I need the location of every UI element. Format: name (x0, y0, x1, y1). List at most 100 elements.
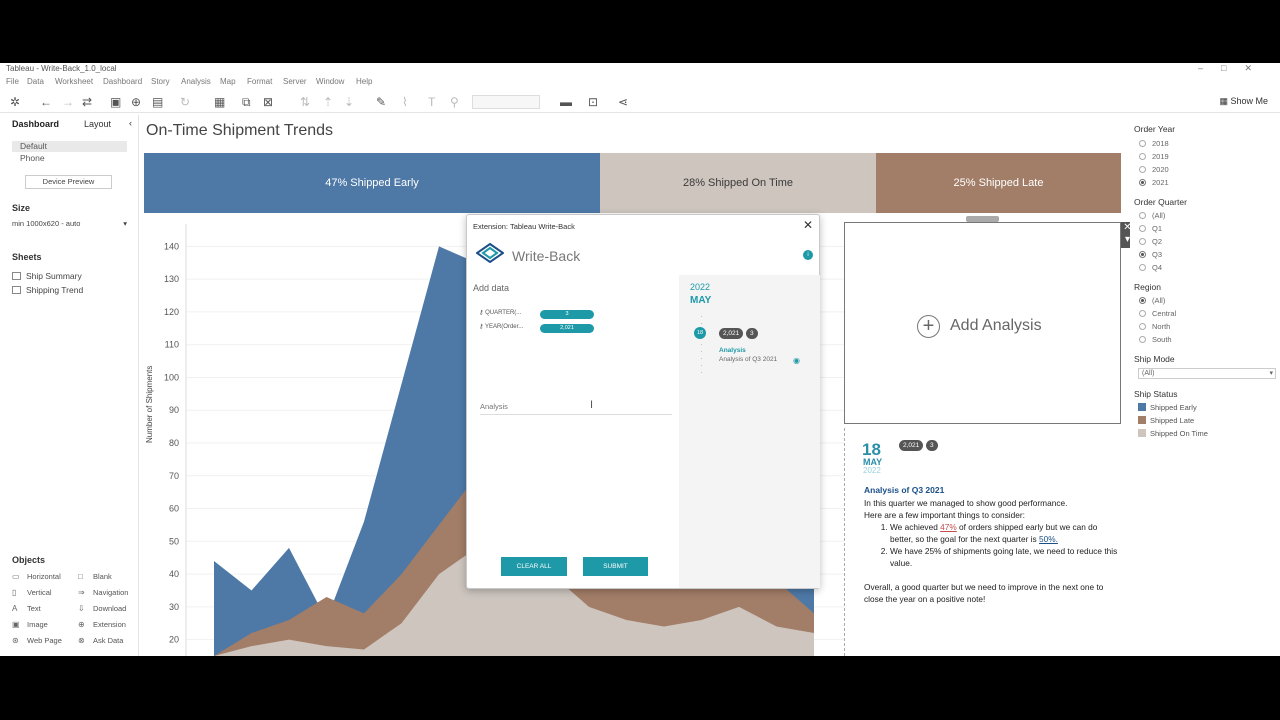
undo-icon[interactable]: ← (40, 95, 52, 109)
object-blank[interactable]: □ Blank (78, 572, 112, 581)
duplicate-icon[interactable]: ⧉ (242, 95, 251, 109)
eye-icon[interactable]: ◉ (793, 356, 800, 365)
clear-sheet-icon[interactable]: ⊠ (263, 95, 273, 109)
legend-shipped-early[interactable]: Shipped Early (1138, 403, 1197, 412)
option-label: North (1152, 322, 1171, 331)
collapse-icon[interactable]: ‹ (129, 118, 132, 128)
ship-mode-dropdown[interactable]: (All) ▾ (1138, 368, 1276, 379)
new-datasource-icon[interactable]: ⊕ (131, 95, 141, 109)
region-central[interactable]: Central (1139, 309, 1176, 318)
device-default[interactable]: Default (12, 141, 127, 152)
device-preview-button[interactable]: Device Preview (25, 175, 112, 189)
show-me-button[interactable]: ▦ Show Me (1219, 96, 1268, 107)
timeline-year: 2022 (690, 282, 711, 292)
analysis-input[interactable] (480, 399, 672, 415)
submit-button[interactable]: SUBMIT (583, 557, 648, 576)
menu-window[interactable]: Window (316, 77, 344, 86)
timeline-day[interactable]: 18 (694, 327, 706, 339)
order-year-2020[interactable]: 2020 (1139, 165, 1169, 174)
menu-file[interactable]: File (6, 77, 19, 86)
refresh-icon[interactable]: ↻ (180, 95, 190, 109)
tab-dashboard[interactable]: Dashboard (12, 119, 59, 129)
highlight-icon[interactable]: ✎ (376, 95, 386, 109)
device-phone[interactable]: Phone (12, 153, 127, 164)
option-label: South (1152, 335, 1172, 344)
order-quarter-q4[interactable]: Q4 (1139, 263, 1162, 272)
add-analysis-panel[interactable]: + Add Analysis (844, 222, 1121, 424)
order-quarter-q1[interactable]: Q1 (1139, 224, 1162, 233)
banner-shipped-late[interactable]: 25% Shipped Late (876, 153, 1121, 213)
object-vertical[interactable]: ▯ Vertical (12, 588, 52, 597)
menu-worksheet[interactable]: Worksheet (55, 77, 93, 86)
object-horizontal[interactable]: ▭ Horizontal (12, 572, 61, 581)
divider (844, 428, 845, 656)
entry-list-item-1: We achieved 47% of orders shipped early … (890, 521, 1119, 545)
group-icon[interactable]: ⌇ (402, 95, 408, 109)
menu-data[interactable]: Data (27, 77, 44, 86)
order-year-2019[interactable]: 2019 (1139, 152, 1169, 161)
sheet-shipping-trend[interactable]: Shipping Trend (12, 285, 83, 295)
menu-help[interactable]: Help (356, 77, 372, 86)
sort-desc-icon[interactable]: ⇣ (344, 95, 354, 109)
presentation-icon[interactable]: ▬ (560, 95, 572, 109)
order-quarter-q2[interactable]: Q2 (1139, 237, 1162, 246)
menu-analysis[interactable]: Analysis (181, 77, 211, 86)
swap-icon[interactable]: ⇅ (300, 95, 310, 109)
window-controls[interactable]: –□✕ (1198, 63, 1270, 74)
object-label: Blank (93, 572, 112, 581)
legend-shipped-late[interactable]: Shipped Late (1138, 416, 1194, 425)
redo-icon[interactable]: → (62, 95, 74, 109)
timeline-item-title: Analysis (719, 347, 746, 354)
menu-story[interactable]: Story (151, 77, 170, 86)
option-label: Q4 (1152, 263, 1163, 272)
add-analysis-label: Add Analysis (950, 317, 1042, 334)
menu-server[interactable]: Server (283, 77, 307, 86)
share-icon[interactable]: ⋖ (618, 95, 628, 109)
sort-asc-icon[interactable]: ⇡ (323, 95, 333, 109)
banner-shipped-early[interactable]: 47% Shipped Early (144, 153, 600, 213)
device-preview-icon[interactable]: ⊡ (588, 95, 598, 109)
order-quarter-all[interactable]: (All) (1139, 211, 1165, 220)
order-year-2018[interactable]: 2018 (1139, 139, 1169, 148)
legend-shipped-on-time[interactable]: Shipped On Time (1138, 429, 1208, 438)
option-label: 2019 (1152, 152, 1169, 161)
region-south[interactable]: South (1139, 335, 1172, 344)
banner-shipped-on-time[interactable]: 28% Shipped On Time (600, 153, 876, 213)
replay-icon[interactable]: ⇄ (82, 95, 92, 109)
window-title: Tableau - Write-Back_1.0_local (6, 64, 117, 73)
object-navigation[interactable]: ⇒ Navigation (78, 588, 128, 597)
sheet-ship-summary[interactable]: Ship Summary (12, 271, 82, 281)
object-download[interactable]: ⇩ Download (78, 604, 126, 613)
region-all[interactable]: (All) (1139, 296, 1165, 305)
close-icon[interactable]: ✕ (803, 218, 813, 232)
objects-heading: Objects (12, 555, 46, 565)
object-web-page[interactable]: ⊛ Web Page (12, 636, 62, 645)
tableau-logo-icon[interactable]: ✲ (10, 95, 20, 109)
legend-label: Shipped Late (1150, 416, 1195, 425)
object-label: Text (27, 604, 41, 613)
region-north[interactable]: North (1139, 322, 1170, 331)
pin-icon[interactable]: ⚲ (450, 95, 459, 109)
menu-dashboard[interactable]: Dashboard (103, 77, 142, 86)
tab-layout[interactable]: Layout (84, 119, 111, 129)
menu-format[interactable]: Format (247, 77, 272, 86)
menu-map[interactable]: Map (220, 77, 236, 86)
labels-icon[interactable]: T (428, 95, 435, 109)
size-dropdown[interactable]: min 1000x620 - auto ▾ (12, 219, 129, 232)
save-icon[interactable]: ▣ (110, 95, 121, 109)
info-icon[interactable]: i (803, 250, 813, 260)
clear-all-button[interactable]: CLEAR ALL (501, 557, 567, 576)
order-year-2021[interactable]: 2021 (1139, 178, 1169, 187)
new-worksheet-icon[interactable]: ▦ (214, 95, 225, 109)
object-image[interactable]: ▣ Image (12, 620, 48, 629)
object-label: Web Page (27, 636, 62, 645)
object-text[interactable]: A Text (12, 604, 41, 613)
tableau-window: Tableau - Write-Back_1.0_local –□✕ File … (0, 63, 1280, 656)
object-ask-data[interactable]: ⊗ Ask Data (78, 636, 123, 645)
order-quarter-q3[interactable]: Q3 (1139, 250, 1162, 259)
pause-icon[interactable]: ▤ (152, 95, 163, 109)
swatch-icon (1138, 403, 1146, 411)
fit-dropdown[interactable] (472, 95, 540, 109)
object-extension[interactable]: ⊕ Extension (78, 620, 126, 629)
chevron-down-icon: ▾ (1269, 370, 1273, 377)
